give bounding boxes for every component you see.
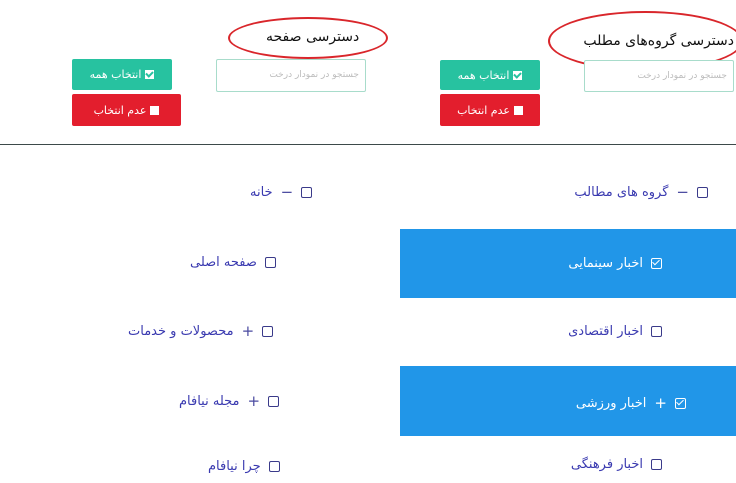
tree-root-content-groups[interactable]: − گروه های مطالب <box>574 183 708 201</box>
tree-root-pages[interactable]: − خانه <box>250 183 313 201</box>
deselect-label: عدم انتخاب <box>93 103 147 117</box>
content-groups-select-all-button[interactable]: انتخاب همه <box>440 60 540 90</box>
tree-node-label: اخبار اقتصادی <box>568 324 643 339</box>
content-groups-deselect-button[interactable]: عدم انتخاب <box>440 94 540 126</box>
header-divider <box>0 144 736 145</box>
tree-item[interactable]: + اخبار ورزشی <box>576 394 686 412</box>
pages-select-all-button[interactable]: انتخاب همه <box>72 59 172 90</box>
tree-item[interactable]: اخبار سینمایی <box>568 256 662 271</box>
tree-node-label: خانه <box>250 184 273 200</box>
select-all-label: انتخاب همه <box>89 68 142 81</box>
tree-node-label: چرا نیافام <box>208 459 261 474</box>
tree-item[interactable]: صفحه اصلی <box>190 255 276 270</box>
tree-item[interactable]: + محصولات و خدمات <box>128 322 274 340</box>
tree-item[interactable]: چرا نیافام <box>208 459 280 474</box>
tree-node-label: اخبار فرهنگی <box>570 457 643 472</box>
content-groups-search-input[interactable]: جستجو در نمودار درخت <box>584 60 734 92</box>
tree-node-label: اخبار سینمایی <box>568 256 643 271</box>
tree-item[interactable]: اخبار فرهنگی <box>571 457 662 472</box>
checkbox[interactable] <box>264 257 276 268</box>
tree-node-label: گروه های مطالب <box>574 184 669 200</box>
pages-search-input[interactable]: جستجو در نمودار درخت <box>216 59 366 92</box>
tree-item[interactable]: + مجله نیافام <box>179 392 280 410</box>
checkbox[interactable] <box>268 461 280 472</box>
checkbox[interactable] <box>262 325 274 337</box>
expand-icon[interactable]: + <box>248 392 261 410</box>
expand-icon[interactable]: + <box>242 322 255 340</box>
collapse-icon[interactable]: − <box>281 183 294 201</box>
checked-box-icon <box>513 70 523 80</box>
checkbox[interactable] <box>268 395 280 407</box>
tree-node-label: مجله نیافام <box>179 393 240 409</box>
expand-icon[interactable]: + <box>654 394 667 412</box>
checkbox[interactable] <box>651 459 662 470</box>
select-all-label: انتخاب همه <box>457 68 510 82</box>
collapse-icon[interactable]: − <box>676 183 689 201</box>
empty-box-icon <box>513 105 523 115</box>
annotation-circle-left <box>228 17 388 59</box>
checkbox[interactable] <box>301 186 313 198</box>
tree-item-highlight[interactable]: اخبار سینمایی <box>400 229 736 298</box>
tree-node-label: اخبار ورزشی <box>575 395 647 411</box>
tree-node-label: صفحه اصلی <box>190 255 257 270</box>
tree-item[interactable]: اخبار اقتصادی <box>568 324 662 339</box>
deselect-label: عدم انتخاب <box>457 103 510 117</box>
tree-item-highlight[interactable]: + اخبار ورزشی <box>400 366 736 436</box>
pages-deselect-button[interactable]: عدم انتخاب <box>72 94 181 126</box>
checkbox[interactable] <box>651 258 662 269</box>
checkbox[interactable] <box>651 326 662 337</box>
checked-box-icon <box>145 70 155 79</box>
empty-box-icon <box>150 105 160 115</box>
checkbox[interactable] <box>675 397 686 409</box>
checkbox[interactable] <box>697 186 708 198</box>
tree-node-label: محصولات و خدمات <box>128 323 234 339</box>
